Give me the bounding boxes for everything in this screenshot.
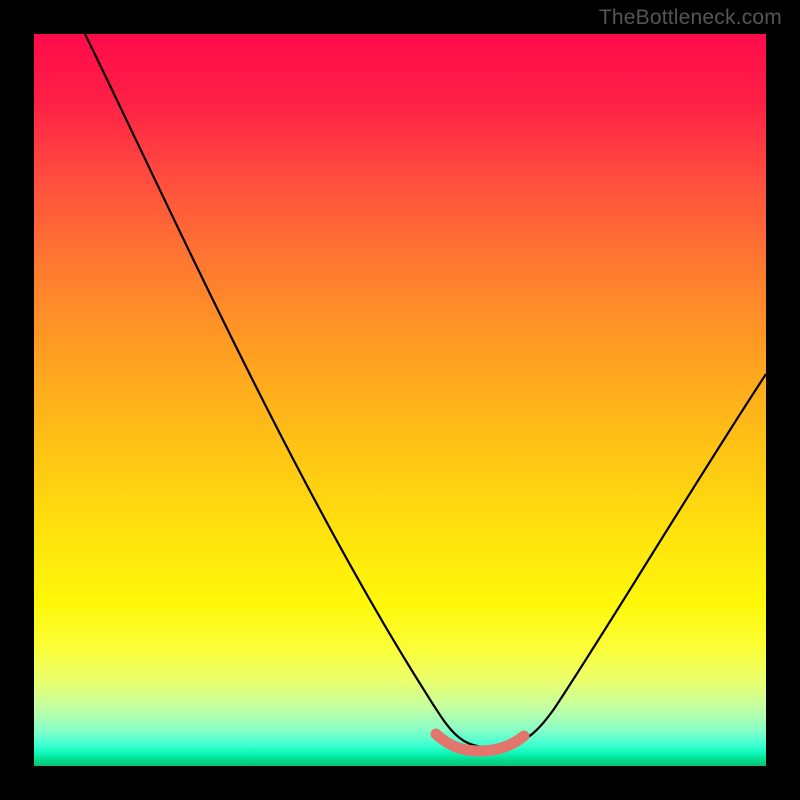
optimal-zone-highlight (436, 734, 524, 751)
watermark-text: TheBottleneck.com (599, 6, 782, 30)
plot-area (34, 34, 766, 766)
chart-frame: TheBottleneck.com (0, 0, 800, 800)
bottleneck-curve (85, 34, 766, 748)
curve-layer (34, 34, 766, 766)
